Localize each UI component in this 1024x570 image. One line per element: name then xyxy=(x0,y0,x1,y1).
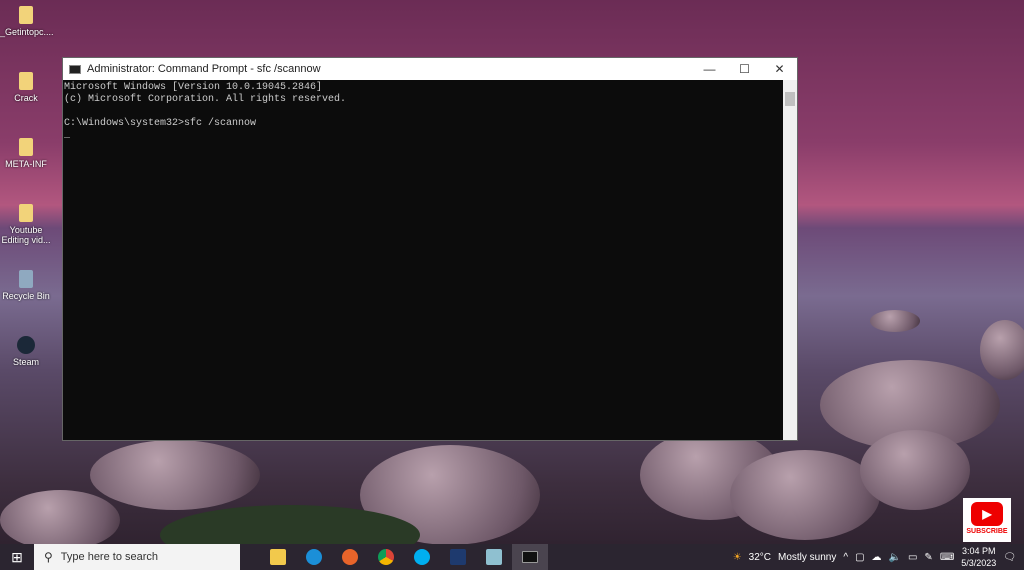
cmd-icon xyxy=(69,64,81,74)
app-icon xyxy=(486,549,502,565)
subscribe-overlay[interactable]: ▶ SUBSCRIBE xyxy=(963,498,1011,542)
volume-icon[interactable]: 🔈 xyxy=(889,552,901,563)
console-line: C:\Windows\system32>sfc /scannow xyxy=(64,118,257,129)
window-title: Administrator: Command Prompt - sfc /sca… xyxy=(87,63,321,75)
network-icon[interactable]: ▭ xyxy=(908,552,917,563)
skype-icon xyxy=(414,549,430,565)
weather-temp[interactable]: 32°C xyxy=(749,552,771,563)
pen-icon[interactable]: ✎ xyxy=(924,552,932,563)
scrollbar-thumb[interactable] xyxy=(785,92,795,106)
desktop-icon-steam[interactable]: Steam xyxy=(0,336,52,367)
icon-label: _Getintopc.... xyxy=(0,27,54,37)
time: 3:04 PM xyxy=(962,546,996,556)
firefox-icon xyxy=(342,549,358,565)
taskbar-chrome[interactable] xyxy=(368,544,404,570)
date: 5/3/2023 xyxy=(961,558,997,568)
youtube-play-icon: ▶ xyxy=(971,502,1003,526)
folder-icon xyxy=(19,138,33,156)
maximize-button[interactable]: ☐ xyxy=(727,62,762,76)
console-output[interactable]: Microsoft Windows [Version 10.0.19045.28… xyxy=(63,80,783,440)
clock[interactable]: 3:04 PM 5/3/2023 xyxy=(961,545,996,569)
cursor: _ xyxy=(64,130,71,141)
subscribe-label: SUBSCRIBE xyxy=(966,528,1008,535)
chevron-up-icon[interactable]: ^ xyxy=(843,552,848,563)
icon-label: Recycle Bin xyxy=(2,291,50,301)
close-button[interactable]: ✕ xyxy=(762,62,797,76)
icon-label: Youtube Editing vid... xyxy=(1,225,51,245)
taskbar: ⊞ ⚲ Type here to search ☀ 32°C Mostly sun… xyxy=(0,544,1024,570)
taskbar-edge[interactable] xyxy=(296,544,332,570)
keyboard-icon[interactable]: ⌨ xyxy=(940,552,954,563)
console-line: (c) Microsoft Corporation. All rights re… xyxy=(64,94,347,105)
search-box[interactable]: ⚲ Type here to search xyxy=(34,544,240,570)
cmd-icon xyxy=(522,551,538,563)
folder-icon xyxy=(270,549,286,565)
taskbar-command-prompt[interactable] xyxy=(512,544,548,570)
desktop-icon-youtube-editing[interactable]: Youtube Editing vid... xyxy=(0,204,52,245)
title-bar[interactable]: Administrator: Command Prompt - sfc /sca… xyxy=(63,58,797,80)
icon-label: META-INF xyxy=(5,159,47,169)
recycle-bin-icon xyxy=(19,270,33,288)
taskbar-firefox[interactable] xyxy=(332,544,368,570)
search-placeholder: Type here to search xyxy=(60,551,159,563)
icon-label: Steam xyxy=(12,357,39,367)
minimize-button[interactable]: — xyxy=(692,62,727,76)
taskbar-file-explorer[interactable] xyxy=(260,544,296,570)
desktop-icon-recycle-bin[interactable]: Recycle Bin xyxy=(0,270,52,301)
app-icon xyxy=(450,549,466,565)
notifications-icon[interactable]: 🗨 xyxy=(1003,552,1016,563)
onedrive-icon[interactable]: ☁ xyxy=(872,552,882,563)
taskbar-skype[interactable] xyxy=(404,544,440,570)
folder-icon xyxy=(19,72,33,90)
console-line: Microsoft Windows [Version 10.0.19045.28… xyxy=(64,82,323,93)
steam-icon xyxy=(17,336,35,354)
desktop-icon-meta-inf[interactable]: META-INF xyxy=(0,138,52,169)
weather-desc[interactable]: Mostly sunny xyxy=(778,552,836,563)
desktop-icon-getintopc[interactable]: _Getintopc.... xyxy=(0,6,54,37)
icon-label: Crack xyxy=(14,93,38,103)
folder-icon xyxy=(19,6,33,24)
folder-shortcut-icon xyxy=(19,204,33,222)
taskbar-app[interactable] xyxy=(440,544,476,570)
chrome-icon xyxy=(378,549,394,565)
meet-now-icon[interactable]: ▢ xyxy=(855,552,864,563)
edge-icon xyxy=(306,549,322,565)
scrollbar[interactable] xyxy=(783,80,797,440)
start-button[interactable]: ⊞ xyxy=(0,549,34,566)
desktop-icon-crack[interactable]: Crack xyxy=(0,72,52,103)
command-prompt-window[interactable]: Administrator: Command Prompt - sfc /sca… xyxy=(62,57,798,441)
weather-icon: ☀ xyxy=(732,551,742,563)
taskbar-app2[interactable] xyxy=(476,544,512,570)
search-icon: ⚲ xyxy=(44,550,53,564)
